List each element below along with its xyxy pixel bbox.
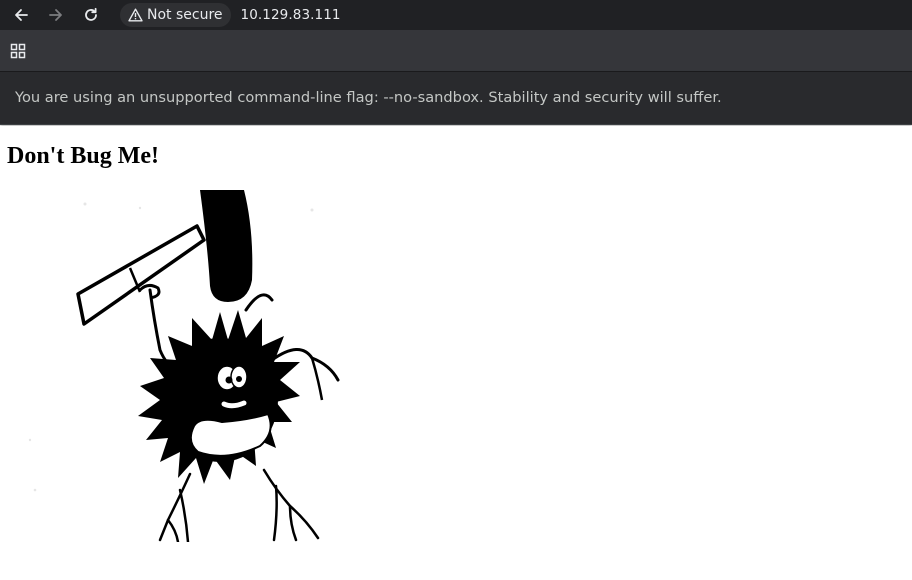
back-button[interactable] <box>7 1 35 29</box>
page-heading: Don't Bug Me! <box>7 143 159 169</box>
page-content: Don't Bug Me! <box>0 126 912 580</box>
security-label: Not secure <box>147 7 223 23</box>
reload-icon <box>85 7 97 21</box>
arrow-left-icon <box>15 9 28 21</box>
browser-toolbar: Not secure 10.129.83.111 <box>0 0 912 30</box>
security-indicator[interactable]: Not secure <box>120 3 231 27</box>
infobar-message: You are using an unsupported command-lin… <box>15 89 722 106</box>
warning-triangle-icon <box>128 8 143 22</box>
omnibox[interactable]: Not secure 10.129.83.111 <box>120 2 912 28</box>
bug-illustration <box>28 190 340 542</box>
url-text[interactable]: 10.129.83.111 <box>241 7 341 23</box>
bookmarks-bar <box>0 30 912 72</box>
reload-button[interactable] <box>77 1 105 29</box>
arrow-right-icon <box>49 9 62 21</box>
apps-grid-icon <box>10 43 26 59</box>
forward-button[interactable] <box>42 1 70 29</box>
warning-infobar: You are using an unsupported command-lin… <box>0 72 912 125</box>
apps-button[interactable] <box>10 43 26 59</box>
